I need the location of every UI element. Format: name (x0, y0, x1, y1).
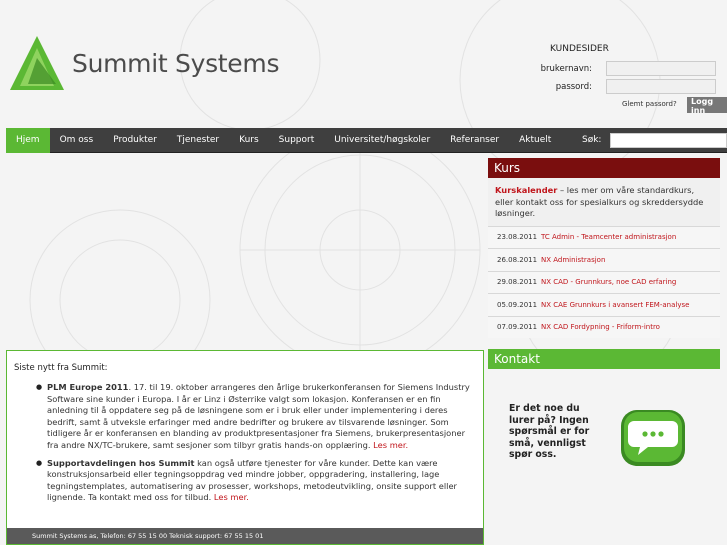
news-title: Siste nytt fra Summit: (14, 363, 108, 373)
forgot-password-link[interactable]: Glemt passord? (622, 100, 677, 108)
nav-item-kurs[interactable]: Kurs (229, 128, 269, 153)
news-box: Siste nytt fra Summit: PLM Europe 2011. … (6, 350, 484, 545)
site-logo[interactable]: Summit Systems (6, 34, 279, 92)
nav-item-tjenester[interactable]: Tjenester (167, 128, 229, 153)
chat-bubble-icon[interactable] (618, 407, 688, 469)
kurs-list: 23.08.2011 TC Admin - Teamcenter administ… (488, 225, 720, 338)
kurs-item[interactable]: 05.09.2011 NX CAE Grunnkurs i avansert FE… (488, 293, 720, 316)
kurs-title[interactable]: TC Admin - Teamcenter administrasjon (541, 233, 676, 241)
kontakt-line: spør oss. (509, 449, 557, 460)
main-navigation: Hjem Om oss Produkter Tjenester Kurs Sup… (6, 127, 727, 153)
kontakt-line: spørsmål er for (509, 426, 590, 437)
kurs-date: 26.08.2011 (497, 255, 538, 264)
news-item: Supportavdelingen hos Summit kan også ut… (7, 458, 483, 504)
kurs-panel: Kurs Kurskalender – les mer om våre stan… (488, 158, 720, 338)
kurs-title[interactable]: NX CAD Fordypning - Friform-intro (541, 323, 660, 331)
kontakt-line: Er det noe du (509, 403, 580, 414)
read-more-link[interactable]: Les mer. (214, 492, 249, 502)
kontakt-line: små, vennligst (509, 437, 586, 449)
kurs-date: 05.09.2011 (497, 300, 538, 309)
kurs-date: 07.09.2011 (497, 323, 538, 332)
login-button[interactable]: Logg inn (687, 97, 727, 115)
brand-name: Summit Systems (72, 48, 280, 78)
username-input[interactable] (606, 61, 716, 76)
nav-item-universitet[interactable]: Universitet/høgskoler (324, 128, 440, 153)
nav-item-hjem[interactable]: Hjem (6, 127, 50, 153)
nav-item-support[interactable]: Support (269, 128, 325, 153)
news-list: PLM Europe 2011. 17. til 19. oktober arr… (7, 382, 483, 504)
nav-item-aktuelt[interactable]: Aktuelt (509, 128, 561, 153)
kontakt-line: lurer på? Ingen (509, 414, 589, 426)
kurs-title[interactable]: NX Administrasjon (541, 256, 605, 264)
footer-contact: Summit Systems as, Telefon: 67 55 15 00 … (7, 528, 483, 544)
kontakt-heading: Kontakt (488, 349, 720, 369)
kurs-title[interactable]: NX CAE Grunnkurs i avansert FEM-analyse (541, 301, 689, 309)
kurs-item[interactable]: 26.08.2011 NX Administrasjon (488, 248, 720, 271)
kurs-date: 23.08.2011 (497, 233, 538, 242)
password-input[interactable] (606, 79, 716, 94)
logo-triangle-icon (10, 36, 64, 90)
password-label: passord: (555, 81, 592, 92)
login-title: KUNDESIDER (550, 44, 609, 54)
kurskalender-link[interactable]: Kurskalender (495, 185, 557, 195)
read-more-link[interactable]: Les mer. (373, 440, 408, 450)
nav-item-produkter[interactable]: Produkter (103, 128, 167, 153)
kontakt-panel: Kontakt Er det noe du lurer på? Ingen sp… (488, 349, 720, 545)
kurs-heading: Kurs (488, 158, 720, 178)
nav-item-om-oss[interactable]: Om oss (50, 128, 104, 153)
kontakt-text: Er det noe du lurer på? Ingen spørsmål e… (509, 403, 589, 461)
kurs-title[interactable]: NX CAD - Grunnkurs, noe CAD erfaring (541, 278, 676, 286)
kurs-item[interactable]: 23.08.2011 TC Admin - Teamcenter administ… (488, 225, 720, 248)
username-label: brukernavn: (540, 63, 592, 74)
search-input[interactable] (610, 133, 727, 148)
search-label: Søk: (582, 135, 602, 145)
news-lead: Supportavdelingen hos Summit (47, 457, 195, 468)
kurs-date: 29.08.2011 (497, 278, 538, 287)
nav-item-referanser[interactable]: Referanser (440, 128, 509, 153)
kurs-item[interactable]: 07.09.2011 NX CAD Fordypning - Friform-in… (488, 315, 720, 338)
news-lead: PLM Europe 2011 (47, 382, 129, 392)
kurs-intro: Kurskalender – les mer om våre standardk… (488, 178, 720, 226)
news-item: PLM Europe 2011. 17. til 19. oktober arr… (7, 382, 483, 452)
kurs-item[interactable]: 29.08.2011 NX CAD - Grunnkurs, noe CAD er… (488, 270, 720, 293)
